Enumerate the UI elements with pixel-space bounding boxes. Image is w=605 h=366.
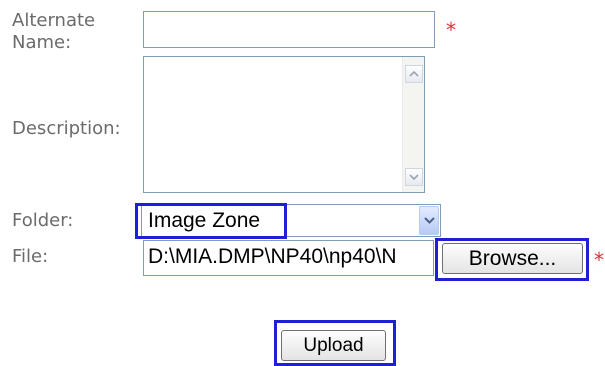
file-label: File: — [12, 246, 49, 267]
description-label: Description: — [12, 118, 121, 139]
folder-label: Folder: — [12, 210, 74, 231]
browse-button[interactable]: Browse... — [442, 243, 583, 274]
scroll-up-button[interactable] — [405, 65, 423, 83]
alternate-name-required-mark: * — [446, 18, 456, 42]
scroll-down-button[interactable] — [405, 168, 423, 186]
scroll-down-arrow-icon — [409, 174, 419, 180]
alternate-name-input[interactable] — [143, 11, 435, 48]
folder-dropdown-button[interactable] — [419, 206, 439, 235]
alternate-name-label-line2: Name: — [12, 32, 72, 53]
folder-select[interactable]: Image Zone — [141, 204, 441, 237]
scroll-up-arrow-icon — [409, 71, 419, 77]
file-path-value: D:\MIA.DMP\NP40\np40\N — [148, 245, 397, 268]
file-required-mark: * — [594, 248, 604, 272]
folder-selected-value: Image Zone — [148, 209, 261, 232]
upload-button[interactable]: Upload — [281, 330, 386, 361]
dropdown-chevron-icon — [423, 217, 435, 224]
file-path-input[interactable]: D:\MIA.DMP\NP40\np40\N — [143, 240, 434, 276]
description-scrollbar[interactable] — [402, 57, 424, 192]
description-textarea[interactable] — [143, 56, 425, 193]
alternate-name-label-line1: Alternate — [12, 10, 96, 31]
